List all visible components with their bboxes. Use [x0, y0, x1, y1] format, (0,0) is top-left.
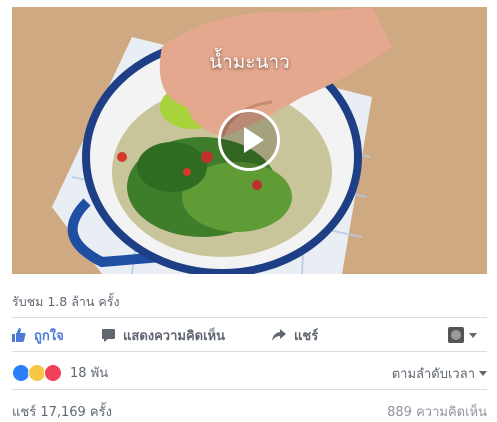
- avatar: [448, 327, 464, 343]
- share-arrow-icon: [272, 329, 286, 341]
- comment-button[interactable]: แสดงความคิดเห็น: [102, 325, 272, 346]
- post-as-selector[interactable]: [448, 327, 477, 343]
- comment-icon: [102, 328, 115, 342]
- action-bar: ถูกใจ แสดงความคิดเห็น แชร์: [12, 320, 487, 350]
- divider: [12, 351, 487, 352]
- divider: [12, 389, 487, 390]
- share-button[interactable]: แชร์: [272, 325, 382, 346]
- share-label: แชร์: [294, 328, 319, 344]
- chevron-down-icon: [479, 371, 487, 376]
- reaction-summary[interactable]: 18 พัน: [12, 362, 108, 383]
- comment-label: แสดงความคิดเห็น: [123, 328, 226, 344]
- view-count: รับชม 1.8 ล้าน ครั้ง: [12, 294, 120, 309]
- chevron-down-icon: [469, 332, 477, 338]
- love-icon: [44, 363, 62, 382]
- sort-label: ตามลำดับเวลา: [391, 367, 475, 382]
- like-button[interactable]: ถูกใจ: [12, 325, 102, 346]
- divider: [12, 317, 487, 318]
- comment-sort-dropdown[interactable]: ตามลำดับเวลา: [392, 363, 487, 384]
- comment-count[interactable]: 889 ความคิดเห็น: [387, 401, 487, 422]
- play-icon[interactable]: [218, 109, 280, 171]
- video-player[interactable]: น้ำมะนาว: [12, 7, 487, 274]
- reaction-count: 18 พัน: [70, 366, 109, 381]
- like-label: ถูกใจ: [34, 328, 64, 344]
- video-caption: น้ำมะนาว: [209, 51, 290, 73]
- share-count[interactable]: แชร์ 17,169 ครั้ง: [12, 401, 112, 422]
- thumbs-up-icon: [12, 328, 26, 342]
